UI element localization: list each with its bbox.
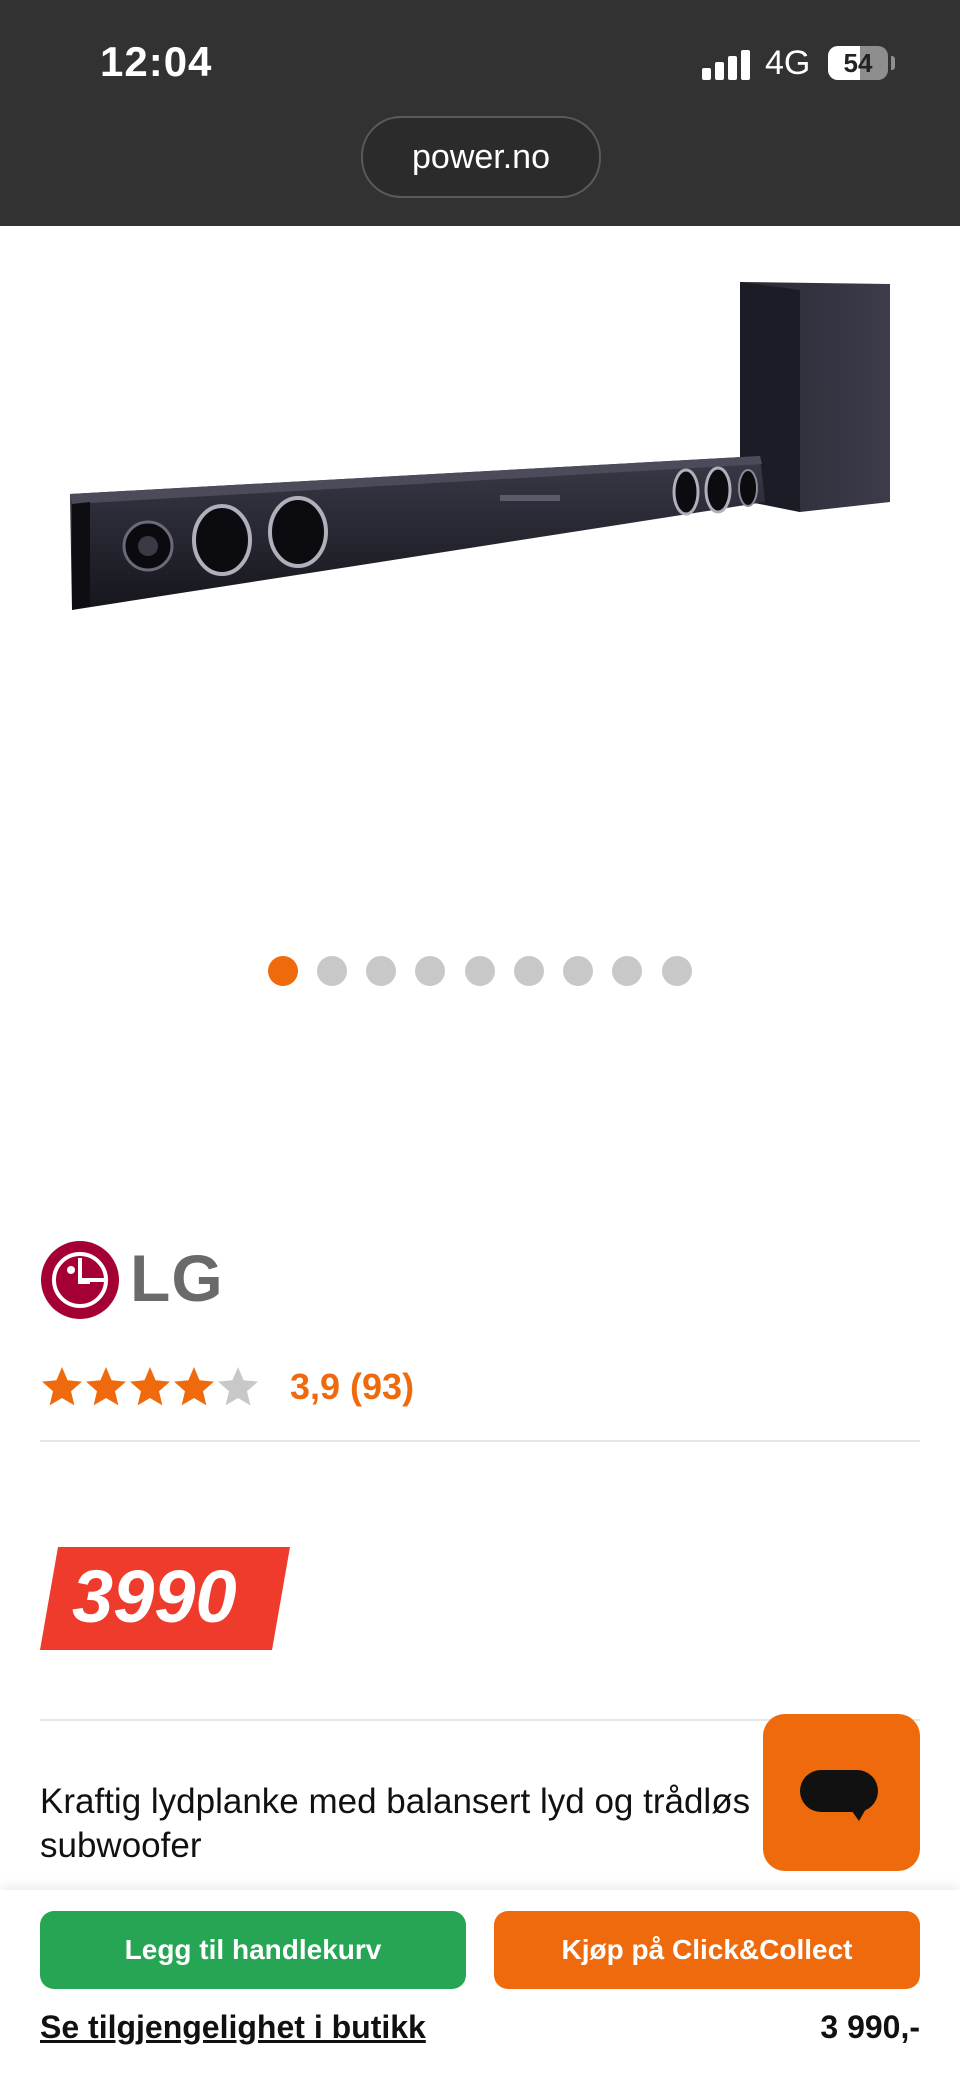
carousel-dot-1[interactable] — [268, 956, 298, 986]
carousel-dot-9[interactable] — [662, 956, 692, 986]
star-icon-empty — [218, 1367, 258, 1406]
battery-level: 54 — [843, 48, 873, 78]
carousel-dot-7[interactable] — [563, 956, 593, 986]
store-availability-link[interactable]: Se tilgjengelighet i butikk — [40, 2009, 426, 2046]
signal-icon — [702, 50, 752, 80]
brand-name: LG — [130, 1241, 224, 1315]
status-time: 12:04 — [100, 38, 213, 85]
star-icon — [86, 1367, 126, 1406]
brand-logo[interactable]: LG — [40, 1240, 280, 1320]
star-icon — [174, 1367, 214, 1406]
add-to-cart-button[interactable]: Legg til handlekurv — [40, 1911, 466, 1989]
carousel-dot-2[interactable] — [317, 956, 347, 986]
network-type: 4G — [765, 44, 811, 82]
carousel-dot-4[interactable] — [415, 956, 445, 986]
chat-button[interactable] — [763, 1714, 920, 1871]
star-icon — [130, 1367, 170, 1406]
rating-text[interactable]: 3,9 (93) — [290, 1366, 414, 1408]
status-bar: 12:04 4G 54 power.no — [0, 0, 960, 226]
product-image[interactable] — [60, 270, 900, 630]
carousel-dot-6[interactable] — [514, 956, 544, 986]
url-bar[interactable]: power.no — [361, 116, 601, 198]
click-collect-button[interactable]: Kjøp på Click&Collect — [494, 1911, 920, 1989]
bottom-price: 3 990,- — [820, 2009, 920, 2045]
star-icon — [42, 1367, 82, 1406]
carousel-dot-5[interactable] — [465, 956, 495, 986]
battery-icon: 54 — [828, 46, 888, 80]
carousel-dot-3[interactable] — [366, 956, 396, 986]
divider — [40, 1440, 920, 1442]
carousel-dot-8[interactable] — [612, 956, 642, 986]
lg-logo — [41, 1241, 119, 1319]
rating-stars[interactable] — [40, 1365, 270, 1409]
carousel-dots — [0, 956, 960, 986]
battery-tip — [891, 56, 895, 70]
price-value: 3990 — [72, 1555, 237, 1638]
